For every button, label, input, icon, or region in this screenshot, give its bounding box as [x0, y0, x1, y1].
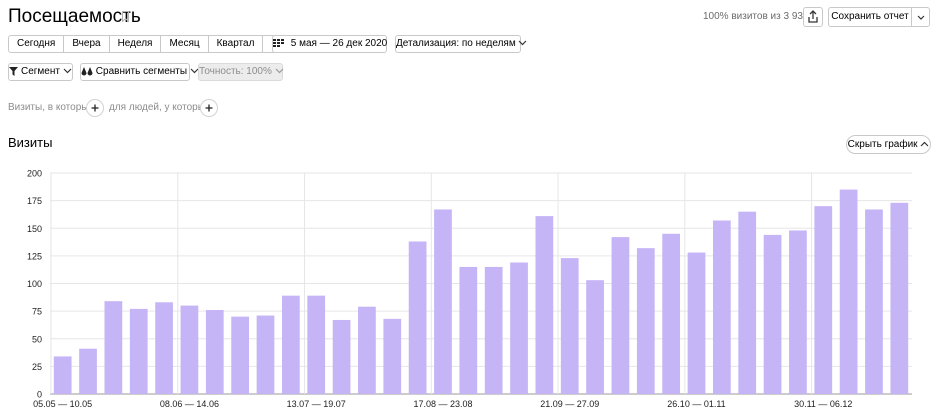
people-filter-label: для людей, у которых	[109, 102, 210, 113]
segment-label: Сегмент	[21, 66, 60, 77]
bar[interactable]	[738, 211, 757, 394]
add-visits-filter-button[interactable]	[86, 99, 104, 117]
y-tick-label: 125	[27, 251, 42, 261]
bar[interactable]	[104, 301, 123, 394]
date-range-label: 5 мая — 26 дек 2020	[290, 38, 388, 49]
save-report-menu-button[interactable]	[911, 8, 930, 26]
bar[interactable]	[560, 258, 579, 394]
plus-icon	[91, 104, 99, 112]
compare-icon	[81, 66, 93, 76]
hide-chart-label: Скрыть график	[847, 139, 918, 150]
bar[interactable]	[763, 234, 782, 394]
visits-filter-label: Визиты, в которых	[8, 102, 94, 113]
bar[interactable]	[586, 280, 604, 394]
bar[interactable]	[865, 209, 883, 394]
y-tick-label: 0	[37, 390, 42, 400]
bar[interactable]	[383, 318, 402, 394]
x-tick-label: 30.11 — 06.12	[794, 399, 852, 409]
bar[interactable]	[611, 237, 630, 394]
x-tick-label: 05.05 — 10.05	[33, 399, 92, 409]
bar[interactable]	[155, 302, 173, 394]
bar[interactable]	[636, 248, 655, 394]
y-tick-label: 50	[32, 334, 42, 344]
period-week-button[interactable]: Неделя	[109, 35, 162, 53]
export-button[interactable]	[803, 7, 823, 27]
bar[interactable]	[256, 315, 275, 394]
chevron-down-icon	[519, 40, 527, 46]
period-quarter-button[interactable]: Квартал	[208, 35, 264, 53]
y-tick-label: 200	[27, 169, 42, 179]
bar[interactable]	[535, 216, 554, 394]
bar[interactable]	[484, 266, 503, 394]
date-range-button[interactable]: 5 мая — 26 дек 2020	[272, 35, 387, 53]
y-tick-label: 25	[32, 362, 42, 372]
x-tick-label: 08.06 — 14.06	[160, 399, 219, 409]
y-tick-label: 175	[27, 196, 42, 206]
bar[interactable]	[890, 202, 909, 394]
chevron-down-icon	[275, 68, 284, 74]
bar[interactable]	[434, 209, 452, 394]
x-tick-label: 26.10 — 01.11	[667, 399, 725, 409]
bar[interactable]	[814, 206, 833, 394]
export-icon	[808, 10, 818, 23]
section-title: Визиты	[8, 135, 53, 150]
accuracy-label: Точность: 100%	[199, 66, 272, 77]
plus-icon	[205, 104, 213, 112]
bar[interactable]	[231, 316, 250, 394]
period-yesterday-button[interactable]: Вчера	[64, 35, 110, 53]
bar[interactable]	[459, 266, 478, 394]
bar[interactable]	[53, 356, 72, 394]
x-tick-label: 21.09 — 27.09	[540, 399, 599, 409]
chevron-up-icon	[920, 142, 929, 147]
bar[interactable]	[129, 308, 148, 394]
y-tick-label: 75	[32, 307, 42, 317]
chart-bars	[53, 189, 909, 394]
y-tick-label: 100	[27, 279, 42, 289]
chevron-down-icon	[917, 15, 925, 20]
bar[interactable]	[687, 252, 706, 394]
segment-button[interactable]: Сегмент	[8, 63, 73, 81]
save-report-button[interactable]: Сохранить отчет	[829, 8, 911, 26]
bar[interactable]	[205, 310, 224, 394]
y-axis-ticks: 0 25 50 75 100 125 150 175 200	[27, 169, 42, 400]
accuracy-dropdown[interactable]: Точность: 100%	[198, 63, 284, 81]
filter-icon	[9, 66, 19, 76]
bar[interactable]	[712, 220, 731, 394]
bar[interactable]	[358, 306, 376, 394]
bar[interactable]	[281, 295, 300, 394]
y-tick-label: 150	[27, 224, 42, 234]
hide-chart-button[interactable]: Скрыть график	[846, 135, 931, 154]
bar[interactable]	[79, 348, 97, 394]
x-tick-label: 13.07 — 19.07	[287, 399, 346, 409]
period-today-button[interactable]: Сегодня	[8, 35, 65, 53]
visits-bar-chart: 0 25 50 75 100 125 150 175 200 05.05 — 10.05 08.0…	[27, 169, 912, 409]
bar[interactable]	[408, 241, 427, 394]
add-people-filter-button[interactable]	[200, 99, 218, 117]
x-tick-label: 17.08 — 23.08	[413, 399, 472, 409]
page-title: Посещаемость	[8, 6, 141, 27]
x-axis-ticks: 05.05 — 10.05 08.06 — 14.06 13.07 — 19.07 1…	[33, 399, 852, 409]
bar[interactable]	[332, 319, 351, 394]
compare-label: Сравнить сегменты	[95, 66, 188, 77]
bar[interactable]	[180, 305, 199, 394]
period-month-button[interactable]: Месяц	[161, 35, 209, 53]
detail-dropdown[interactable]: Детализация: по неделям	[395, 35, 527, 53]
bar[interactable]	[789, 230, 807, 394]
compare-segments-button[interactable]: Сравнить сегменты	[80, 63, 199, 81]
save-report-group: Сохранить отчет	[828, 7, 930, 27]
bar[interactable]	[839, 189, 858, 394]
visits-summary: 100% визитов из 3 939	[703, 11, 809, 22]
bookmark-icon[interactable]	[122, 11, 129, 22]
detail-label: Детализация: по неделям	[396, 38, 516, 49]
chevron-down-icon	[63, 68, 72, 74]
calendar-icon	[273, 39, 284, 48]
period-selector: Сегодня Вчера Неделя Месяц Квартал Год	[8, 35, 297, 53]
bar[interactable]	[662, 233, 681, 394]
chart-grid	[50, 172, 912, 395]
bar[interactable]	[307, 295, 326, 394]
bar[interactable]	[510, 262, 528, 394]
